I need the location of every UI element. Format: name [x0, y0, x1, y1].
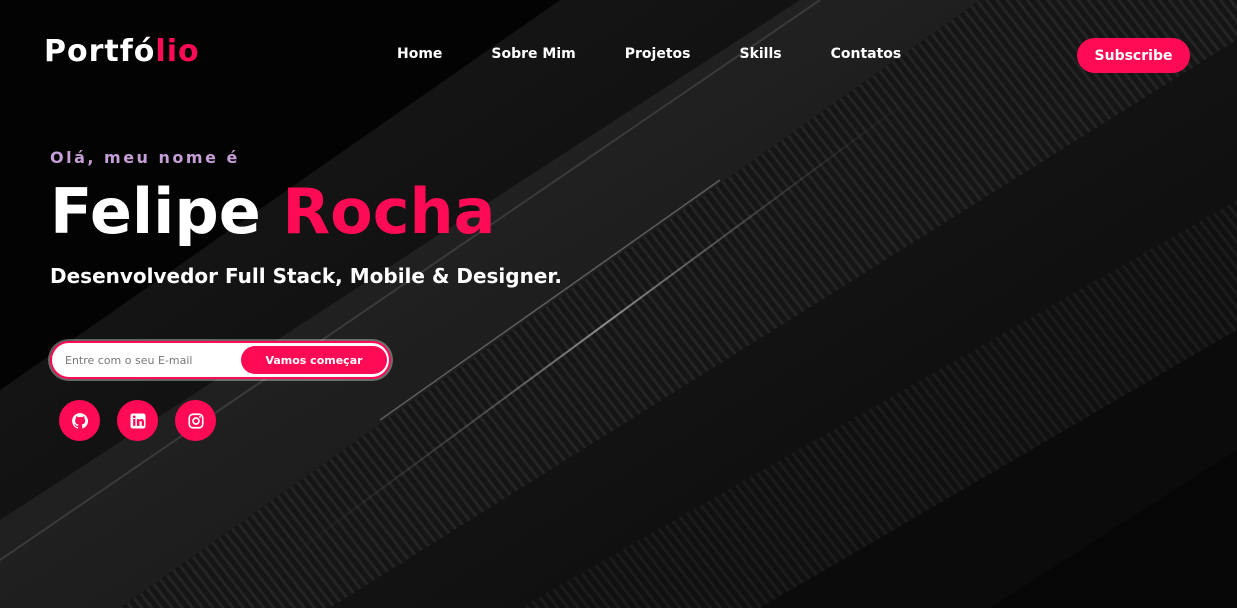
email-signup-form: Vamos começar	[50, 341, 391, 379]
github-icon	[71, 412, 88, 429]
linkedin-icon	[130, 413, 145, 428]
logo-main-text: Portfó	[44, 34, 156, 69]
subscribe-button[interactable]: Subscribe	[1077, 38, 1190, 73]
instagram-icon	[187, 412, 204, 429]
main-nav: Home Sobre Mim Projetos Skills Contatos	[397, 44, 950, 64]
start-button[interactable]: Vamos começar	[241, 346, 387, 374]
linkedin-link[interactable]	[117, 400, 158, 441]
nav-home[interactable]: Home	[397, 44, 442, 64]
site-header: Portfólio Home Sobre Mim Projetos Skills…	[0, 0, 1237, 108]
social-links	[59, 400, 216, 441]
hero-section: Olá, meu nome é Felipe Rocha Desenvolved…	[50, 146, 750, 290]
hero-greeting: Olá, meu nome é	[50, 148, 240, 167]
instagram-link[interactable]	[175, 400, 216, 441]
github-link[interactable]	[59, 400, 100, 441]
email-input[interactable]	[52, 343, 241, 377]
logo-accent-text: lio	[155, 34, 200, 69]
logo[interactable]: Portfólio	[44, 33, 200, 71]
hero-first-name: Felipe	[50, 175, 261, 248]
nav-sobre-mim[interactable]: Sobre Mim	[491, 44, 575, 64]
hero-role: Desenvolvedor Full Stack, Mobile & Desig…	[50, 264, 563, 288]
hero-name: Felipe Rocha	[50, 176, 750, 248]
hero-last-name: Rocha	[282, 175, 496, 248]
nav-contatos[interactable]: Contatos	[831, 44, 902, 64]
nav-projetos[interactable]: Projetos	[625, 44, 691, 64]
nav-skills[interactable]: Skills	[739, 44, 781, 64]
portfolio-page: Portfólio Home Sobre Mim Projetos Skills…	[0, 0, 1237, 608]
